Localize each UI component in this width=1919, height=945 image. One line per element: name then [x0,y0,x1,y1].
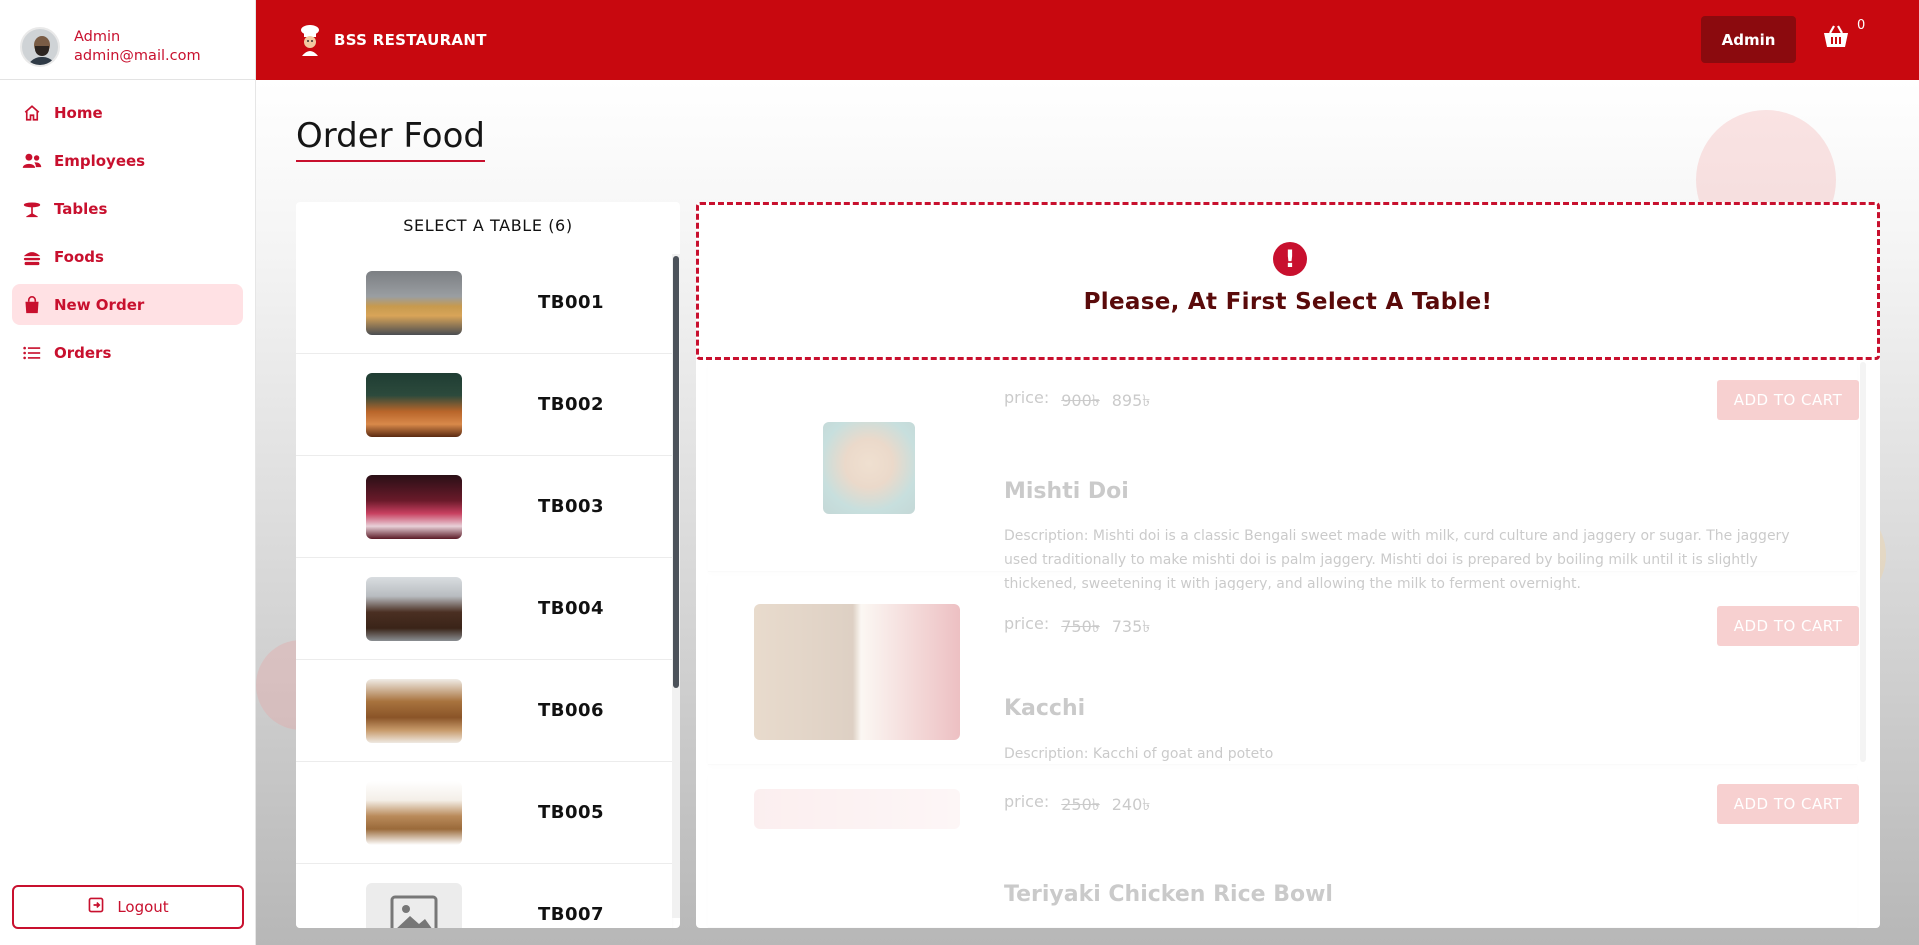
basket-icon [1824,25,1848,47]
table-card-tb004[interactable]: TB004 [296,558,672,660]
table-thumbnail [366,372,462,437]
table-code: TB005 [538,802,605,823]
table-thumbnail [366,270,462,335]
users-icon [22,151,42,171]
add-to-cart-button[interactable]: ADD TO CART [1717,784,1859,824]
table-code: TB002 [538,394,605,415]
current-price: 240৳ [1111,795,1151,814]
food-price: price: 750৳ 735৳ [1004,614,1150,641]
food-list-scrollbar[interactable] [1860,362,1866,762]
sidebar-nav: Home Employees Tables Foods New Order Or… [0,80,255,373]
table-code: TB007 [538,904,605,925]
table-selector: SELECT A TABLE (6) TB001 TB002 TB003 TB0… [296,202,680,928]
logout-button[interactable]: Logout [12,885,244,929]
sidebar-item-orders[interactable]: Orders [12,332,243,373]
table-card-tb007[interactable]: TB007 [296,864,672,928]
food-price: price: 900৳ 895৳ [1004,388,1150,415]
sidebar-item-foods[interactable]: Foods [12,236,243,277]
food-description: Description: Mishti doi is a classic Ben… [1004,528,1790,590]
shopping-bag-icon [22,295,42,315]
price-label: price: [1004,792,1050,811]
sidebar-item-label: New Order [54,295,145,314]
table-selector-title: SELECT A TABLE (6) [403,216,573,235]
add-to-cart-button[interactable]: ADD TO CART [1717,606,1859,646]
brand[interactable]: BSS RESTAURANT [298,24,487,56]
table-icon [22,199,42,219]
profile: Admin admin@mail.com [0,0,255,80]
image-placeholder-icon [366,882,462,928]
current-price: 735৳ [1111,617,1151,636]
sidebar-item-label: Tables [54,199,108,218]
food-price: price: 250৳ 240৳ [1004,792,1150,819]
table-thumbnail [366,780,462,845]
sidebar-item-tables[interactable]: Tables [12,188,243,229]
food-name: Mishti Doi [1004,479,1129,504]
table-code: TB004 [538,598,605,619]
food-icon [22,247,42,267]
admin-button[interactable]: Admin [1701,16,1796,63]
table-code: TB001 [538,292,605,313]
food-name: Teriyaki Chicken Rice Bowl [1004,882,1333,907]
sidebar-item-employees[interactable]: Employees [12,140,243,181]
profile-email: admin@mail.com [74,48,201,64]
sidebar-item-label: Orders [54,343,112,362]
avatar [20,26,60,67]
table-card-tb002[interactable]: TB002 [296,354,672,456]
table-thumbnail [366,576,462,641]
home-icon [22,103,42,123]
cart-count-badge: 0 [1857,18,1866,33]
logout-icon [87,896,105,918]
food-name: Kacchi [1004,696,1086,721]
brand-name: BSS RESTAURANT [334,31,487,49]
current-price: 895৳ [1111,391,1151,410]
sidebar-item-home[interactable]: Home [12,92,243,133]
top-header: BSS RESTAURANT Admin 0 [256,0,1919,80]
price-label: price: [1004,614,1050,633]
table-thumbnail [366,678,462,743]
add-to-cart-button[interactable]: ADD TO CART [1717,380,1859,420]
cart-button[interactable] [1823,24,1857,54]
sidebar-item-new-order[interactable]: New Order [12,284,243,325]
table-code: TB003 [538,496,605,517]
table-card-tb005[interactable]: TB005 [296,762,672,864]
table-card-tb003[interactable]: TB003 [296,456,672,558]
profile-name: Admin [74,29,121,45]
sidebar: Admin admin@mail.com Home Employees Tabl… [0,0,256,945]
old-price: 750৳ [1061,617,1100,636]
sidebar-item-label: Foods [54,247,104,266]
sidebar-item-label: Employees [54,151,146,170]
select-table-alert: ! Please, At First Select A Table! [696,202,1880,360]
main-content: Order Food SELECT A TABLE (6) TB001 TB00… [256,80,1919,945]
list-icon [22,343,42,363]
sidebar-item-label: Home [54,103,103,122]
table-card-tb006[interactable]: TB006 [296,660,672,762]
table-code: TB006 [538,700,605,721]
chef-logo-icon [298,24,322,56]
logout-label: Logout [117,898,169,916]
table-list-scrollbar-thumb[interactable] [673,256,679,688]
old-price: 250৳ [1061,795,1100,814]
table-card-tb001[interactable]: TB001 [296,252,672,354]
food-description: Description: Kacchi of goat and poteto [1004,746,1274,762]
alert-message: Please, At First Select A Table! [1083,289,1493,315]
table-thumbnail [366,474,462,539]
table-list: TB001 TB002 TB003 TB004 TB006 TB005 TB00… [296,252,672,928]
page-title: Order Food [296,116,485,162]
price-label: price: [1004,388,1050,407]
exclamation-icon: ! [1273,242,1307,276]
old-price: 900৳ [1061,391,1100,410]
